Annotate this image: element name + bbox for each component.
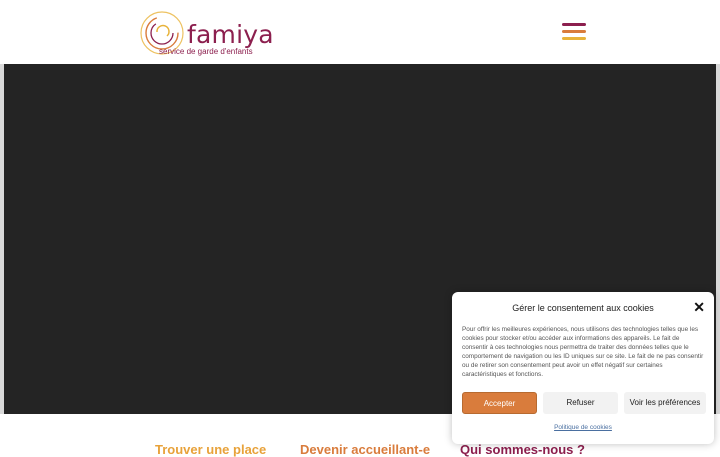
cookie-dialog-text: Pour offrir les meilleures expériences, … (462, 326, 704, 378)
close-icon[interactable]: ✕ (693, 300, 705, 314)
logo[interactable]: famiya service de garde d'enfants (138, 6, 274, 60)
menu-bar-bottom (562, 37, 586, 40)
site-header: famiya service de garde d'enfants (0, 0, 720, 64)
hamburger-menu-icon[interactable] (562, 23, 586, 41)
refuse-button[interactable]: Refuser (543, 392, 618, 414)
logo-tagline: service de garde d'enfants (159, 47, 253, 56)
preferences-button[interactable]: Voir les préférences (624, 392, 706, 414)
cookie-dialog-title: Gérer le consentement aux cookies (512, 303, 654, 313)
logo-name: famiya (187, 20, 274, 49)
menu-bar-top (562, 23, 586, 26)
hero-border-right (716, 64, 720, 414)
menu-bar-middle (562, 30, 586, 33)
cookie-consent-dialog: Gérer le consentement aux cookies ✕ Pour… (452, 292, 714, 444)
cookie-policy-link[interactable]: Politique de cookies (452, 424, 714, 431)
accept-button[interactable]: Accepter (462, 392, 537, 414)
